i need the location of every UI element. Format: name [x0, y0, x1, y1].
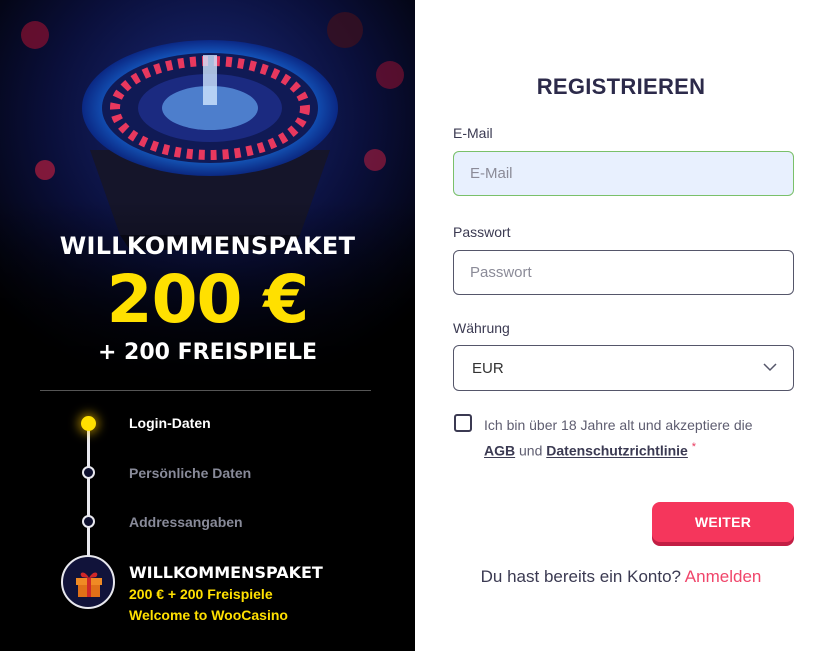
- bonus-offer-line: 200 € + 200 Freispiele: [129, 586, 273, 602]
- currency-label: Währung: [453, 320, 510, 336]
- step-indicator-active: [81, 416, 96, 431]
- terms-text: Ich bin über 18 Jahre alt und akzeptiere…: [484, 414, 794, 462]
- chevron-down-icon: [763, 363, 777, 372]
- promo-title: WILLKOMMENSPAKET: [59, 232, 356, 260]
- bonus-title: WILLKOMMENSPAKET: [129, 563, 323, 582]
- terms-text-and: und: [519, 442, 543, 459]
- steps-track-line: [87, 425, 90, 565]
- password-field[interactable]: [453, 250, 794, 295]
- step-personal-data: Persönliche Daten: [129, 465, 252, 481]
- continue-button[interactable]: WEITER: [652, 502, 794, 542]
- form-title: REGISTRIEREN: [536, 74, 706, 99]
- bonus-step-circle: [61, 555, 115, 609]
- login-link[interactable]: Anmelden: [685, 567, 762, 586]
- login-prompt-text: Du hast bereits ein Konto?: [480, 567, 681, 586]
- gift-icon: [76, 572, 102, 597]
- step-indicator: [82, 515, 95, 528]
- registration-form-panel: REGISTRIEREN E-Mail Passwort Währung EUR…: [415, 0, 827, 651]
- step-address-data: Addressangaben: [129, 514, 243, 530]
- step-login-data: Login-Daten: [129, 415, 211, 431]
- email-label: E-Mail: [453, 125, 493, 141]
- privacy-policy-link[interactable]: Datenschutzrichtlinie: [546, 443, 688, 459]
- currency-selected-value: EUR: [472, 360, 504, 377]
- terms-checkbox[interactable]: [454, 414, 472, 432]
- required-mark: *: [691, 441, 697, 453]
- login-prompt: Du hast bereits ein Konto? Anmelden: [415, 567, 827, 587]
- promo-free-spins: + 200 FREISPIELE: [97, 340, 318, 365]
- terms-text-before: Ich bin über 18 Jahre alt und akzeptiere…: [484, 417, 753, 433]
- currency-select[interactable]: EUR: [453, 345, 794, 391]
- promo-panel: WILLKOMMENSPAKET 200 € + 200 FREISPIELE …: [0, 0, 415, 651]
- promo-divider: [40, 390, 371, 391]
- promo-amount: 200 €: [106, 261, 310, 338]
- email-field[interactable]: [453, 151, 794, 196]
- bonus-brand-line: Welcome to WooCasino: [129, 607, 288, 623]
- password-label: Passwort: [453, 224, 511, 240]
- agb-link[interactable]: AGB: [484, 443, 515, 459]
- step-indicator: [82, 466, 95, 479]
